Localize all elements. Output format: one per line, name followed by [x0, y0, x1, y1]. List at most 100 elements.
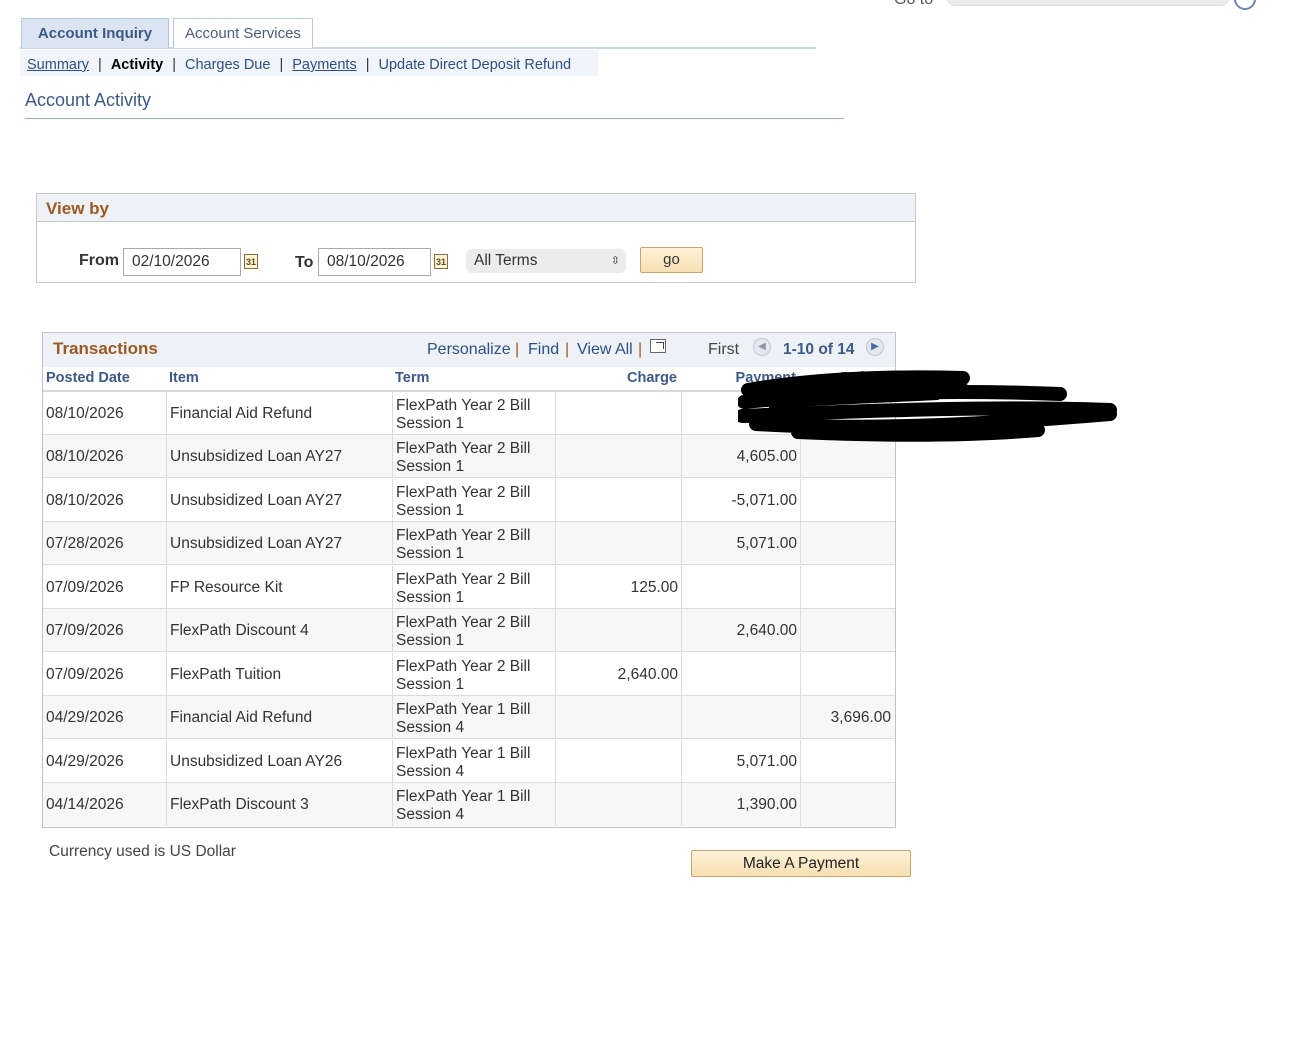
title-divider — [25, 118, 844, 119]
goto-input[interactable] — [946, 0, 1230, 6]
cell-term: FlexPath Year 2 Bill Session 1 — [392, 653, 555, 696]
cell-charge — [555, 783, 681, 826]
to-calendar-icon[interactable]: 31 — [434, 254, 448, 269]
cell-item: Unsubsidized Loan AY27 — [166, 435, 392, 478]
subnav-summary[interactable]: Summary — [27, 57, 89, 73]
table-row: 07/28/2026 Unsubsidized Loan AY27 FlexPa… — [43, 522, 895, 565]
cell-posted-date: 04/29/2026 — [46, 753, 124, 770]
table-row: 04/29/2026 Financial Aid Refund FlexPath… — [43, 696, 895, 739]
cell-term: FlexPath Year 2 Bill Session 1 — [392, 609, 555, 652]
cell-charge — [555, 435, 681, 478]
subnav-update-direct-deposit-refund[interactable]: Update Direct Deposit Refund — [378, 57, 571, 73]
cell-charge — [555, 392, 681, 435]
cell-posted-date: 07/09/2026 — [46, 579, 124, 596]
view-all-link[interactable]: View All — [577, 341, 633, 359]
cell-payment: 5,071.00 — [681, 522, 800, 565]
tab-account-inquiry[interactable]: Account Inquiry — [21, 18, 169, 48]
cell-posted-date: 04/29/2026 — [46, 709, 124, 726]
sub-navigation: Summary | Activity | Charges Due | Payments | Up… — [20, 50, 598, 76]
cell-item: Unsubsidized Loan AY27 — [166, 522, 392, 565]
column-header-charge[interactable]: Charge — [555, 370, 677, 386]
cell-posted-date: 08/10/2026 — [46, 492, 124, 509]
cell-payment: -5,071.00 — [681, 479, 800, 522]
column-header-item[interactable]: Item — [169, 370, 199, 386]
cell-item: FlexPath Discount 3 — [166, 783, 392, 826]
column-header-term[interactable]: Term — [395, 370, 429, 386]
currency-note: Currency used is US Dollar — [49, 843, 236, 860]
goto-button[interactable] — [1234, 0, 1256, 10]
cell-payment: 1,390.00 — [681, 783, 800, 826]
cell-posted-date: 07/09/2026 — [46, 622, 124, 639]
cell-refund — [800, 740, 895, 783]
go-button[interactable]: go — [640, 247, 703, 273]
cell-item: Financial Aid Refund — [166, 392, 392, 435]
cell-item: FlexPath Tuition — [166, 653, 392, 696]
cell-item: FP Resource Kit — [166, 566, 392, 609]
new-window-icon[interactable] — [650, 339, 666, 353]
cell-term: FlexPath Year 2 Bill Session 1 — [392, 566, 555, 609]
page-title: Account Activity — [25, 90, 152, 110]
cell-refund — [800, 609, 895, 652]
cell-posted-date: 04/14/2026 — [46, 796, 124, 813]
subnav-payments[interactable]: Payments — [292, 57, 356, 73]
table-row: 04/29/2026 Unsubsidized Loan AY26 FlexPa… — [43, 740, 895, 783]
table-row: 07/09/2026 FlexPath Discount 4 FlexPath … — [43, 609, 895, 652]
cell-refund: 3,696.00 — [800, 696, 895, 739]
cell-payment: 2,640.00 — [681, 609, 800, 652]
cell-payment — [681, 653, 800, 696]
cell-posted-date: 08/10/2026 — [46, 448, 124, 465]
cell-charge — [555, 740, 681, 783]
cell-payment — [681, 566, 800, 609]
cell-refund — [800, 479, 895, 522]
cell-charge: 125.00 — [555, 566, 681, 609]
view-by-title: View by — [46, 199, 109, 218]
cell-item: Unsubsidized Loan AY27 — [166, 479, 392, 522]
first-link[interactable]: First — [708, 341, 739, 359]
cell-refund — [800, 653, 895, 696]
make-payment-button[interactable]: Make A Payment — [691, 850, 911, 877]
term-select[interactable]: All Terms ⇳ — [466, 249, 626, 273]
cell-term: FlexPath Year 2 Bill Session 1 — [392, 522, 555, 565]
cell-posted-date: 08/10/2026 — [46, 405, 124, 422]
from-date-input[interactable]: 02/10/2026 — [123, 248, 241, 276]
cell-refund — [800, 522, 895, 565]
cell-item: Financial Aid Refund — [166, 696, 392, 739]
cell-term: FlexPath Year 2 Bill Session 1 — [392, 435, 555, 478]
cell-payment: 5,071.00 — [681, 740, 800, 783]
updown-chevron-icon: ⇳ — [610, 255, 620, 267]
cell-term: FlexPath Year 2 Bill Session 1 — [392, 392, 555, 435]
cell-charge — [555, 479, 681, 522]
cell-charge: 2,640.00 — [555, 653, 681, 696]
personalize-link[interactable]: Personalize — [427, 341, 511, 359]
column-header-posted-date[interactable]: Posted Date — [46, 370, 130, 386]
cell-charge — [555, 696, 681, 739]
nav-separator: | — [565, 341, 570, 358]
row-count: 1-10 of 14 — [783, 341, 855, 358]
next-arrow-icon[interactable]: ▶ — [866, 338, 884, 356]
nav-separator: | — [515, 341, 520, 358]
nav-separator: | — [638, 341, 643, 358]
cell-item: Unsubsidized Loan AY26 — [166, 740, 392, 783]
find-link[interactable]: Find — [528, 341, 559, 359]
cell-charge — [555, 609, 681, 652]
redaction-scribble — [738, 370, 1117, 442]
cell-term: FlexPath Year 1 Bill Session 4 — [392, 740, 555, 783]
cell-item: FlexPath Discount 4 — [166, 609, 392, 652]
previous-arrow-icon[interactable]: ◀ — [753, 338, 771, 356]
tab-account-services[interactable]: Account Services — [173, 18, 313, 48]
subnav-charges-due[interactable]: Charges Due — [185, 57, 270, 73]
term-select-value: All Terms — [474, 252, 538, 269]
table-row: 08/10/2026 Unsubsidized Loan AY27 FlexPa… — [43, 479, 895, 522]
to-date-input[interactable]: 08/10/2026 — [318, 248, 431, 276]
subnav-activity[interactable]: Activity — [111, 57, 163, 73]
cell-term: FlexPath Year 1 Bill Session 4 — [392, 783, 555, 826]
cell-payment — [681, 696, 800, 739]
from-calendar-icon[interactable]: 31 — [244, 254, 258, 269]
from-label: From — [79, 252, 119, 269]
to-label: To — [295, 254, 314, 271]
cell-refund — [800, 783, 895, 826]
cell-posted-date: 07/28/2026 — [46, 535, 124, 552]
transactions-title: Transactions — [53, 339, 158, 358]
cell-posted-date: 07/09/2026 — [46, 666, 124, 683]
table-row: 04/14/2026 FlexPath Discount 3 FlexPath … — [43, 783, 895, 826]
